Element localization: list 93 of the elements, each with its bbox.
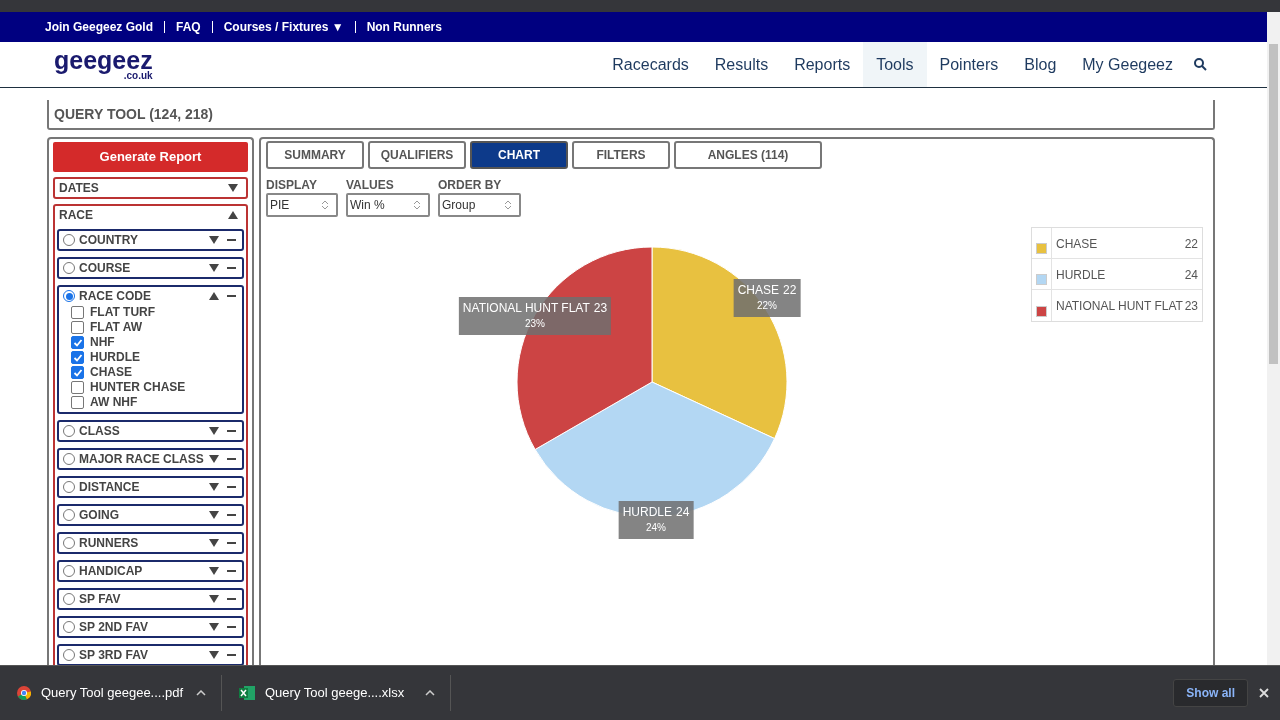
nav-link[interactable]: Results <box>701 42 782 87</box>
control-label: VALUES <box>346 177 395 193</box>
chevron-up-icon[interactable] <box>425 690 435 696</box>
search-icon[interactable] <box>1194 58 1207 71</box>
legend-value: 23 <box>1184 298 1199 315</box>
select-field[interactable]: Group <box>438 193 521 217</box>
nav-link[interactable]: Blog <box>1011 42 1070 87</box>
slice-category: HURDLE <box>622 504 672 520</box>
slice-percent: 24% <box>646 521 666 535</box>
caret-down-icon <box>209 623 219 631</box>
section-label[interactable]: DATES <box>59 179 228 197</box>
nav-link[interactable]: Tools <box>863 42 927 87</box>
select-field[interactable]: PIE <box>266 193 338 217</box>
generate-report-button[interactable]: Generate Report <box>53 142 248 172</box>
legend-label: NATIONAL HUNT FLAT <box>1055 298 1184 315</box>
caret-down-icon <box>209 236 219 244</box>
slice-value: 22 <box>783 282 797 298</box>
updown-icon <box>322 200 328 210</box>
slice-category: NATIONAL HUNT FLAT <box>462 300 590 316</box>
checkbox[interactable] <box>71 306 84 319</box>
select-field[interactable]: Win % <box>346 193 430 217</box>
checkbox[interactable] <box>71 321 84 334</box>
option-label: NHF <box>90 335 115 350</box>
updown-icon <box>505 200 511 210</box>
option-label: FLAT AW <box>90 320 142 335</box>
top-link[interactable]: Non Runners <box>366 18 442 36</box>
tab[interactable]: CHART <box>470 141 568 169</box>
top-link[interactable]: Join Geegeez Gold <box>45 18 154 36</box>
tab[interactable]: ANGLES (114) <box>674 141 822 169</box>
caret-up-icon <box>228 211 238 219</box>
legend-label: HURDLE <box>1055 267 1107 284</box>
filter-label[interactable]: COURSE <box>79 259 205 277</box>
tab[interactable]: FILTERS <box>572 141 670 169</box>
download-name[interactable]: Query Tool geegee....pdf <box>41 683 186 703</box>
download-name[interactable]: Query Tool geege....xlsx <box>265 683 415 703</box>
slice-category: CHASE <box>737 282 779 298</box>
filter-label[interactable]: HANDICAP <box>79 562 205 580</box>
spreadsheet-icon <box>239 686 255 700</box>
top-link[interactable]: FAQ <box>176 18 201 36</box>
filter-label[interactable]: SP 2ND FAV <box>79 618 205 636</box>
filter-label[interactable]: CLASS <box>79 422 205 440</box>
slice-percent: 23% <box>525 317 545 331</box>
filter-label[interactable]: SP FAV <box>79 590 205 608</box>
legend-label: CHASE <box>1055 236 1099 253</box>
caret-down-icon <box>209 427 219 435</box>
filter-label[interactable]: COUNTRY <box>79 231 205 249</box>
checkbox[interactable] <box>71 396 84 409</box>
option-label: FLAT TURF <box>90 305 156 320</box>
filter-label[interactable]: SP 3RD FAV <box>79 646 205 664</box>
caret-down-icon <box>209 264 219 272</box>
option-label: AW NHF <box>90 395 138 410</box>
caret-down-icon <box>209 455 219 463</box>
nav-link[interactable]: Reports <box>781 42 864 87</box>
top-link[interactable]: Courses / Fixtures ▼ <box>223 18 344 36</box>
checkbox[interactable] <box>71 366 84 379</box>
caret-down-icon <box>228 184 238 192</box>
option-label: HURDLE <box>90 350 140 365</box>
control-label: DISPLAY <box>266 177 318 193</box>
caret-down-icon <box>209 595 219 603</box>
chevron-up-icon[interactable] <box>196 690 206 696</box>
legend-value: 24 <box>1184 267 1199 284</box>
checkbox[interactable] <box>71 336 84 349</box>
nav-link[interactable]: Pointers <box>926 42 1012 87</box>
caret-down-icon <box>209 483 219 491</box>
filter-label[interactable]: RACE CODE <box>79 287 205 305</box>
chrome-icon <box>17 686 31 700</box>
close-icon[interactable] <box>1259 688 1269 698</box>
slice-percent: 22% <box>757 299 777 313</box>
caret-down-icon <box>209 539 219 547</box>
caret-down-icon <box>209 511 219 519</box>
filter-label[interactable]: GOING <box>79 506 205 524</box>
nav-link[interactable]: Racecards <box>599 42 702 87</box>
tab[interactable]: QUALIFIERS <box>368 141 466 169</box>
legend-value: 22 <box>1184 236 1199 253</box>
show-all-button[interactable]: Show all <box>1173 679 1248 707</box>
caret-up-icon <box>209 292 219 300</box>
tab[interactable]: SUMMARY <box>266 141 364 169</box>
section-label[interactable]: RACE <box>59 206 228 224</box>
filter-label[interactable]: DISTANCE <box>79 478 205 496</box>
slice-value: 23 <box>593 300 608 316</box>
caret-down-icon <box>209 567 219 575</box>
checkbox[interactable] <box>71 381 84 394</box>
nav-link[interactable]: My Geegeez <box>1069 42 1186 87</box>
filter-label[interactable]: MAJOR RACE CLASS <box>79 450 205 468</box>
option-label: HUNTER CHASE <box>90 380 186 395</box>
filter-label[interactable]: RUNNERS <box>79 534 205 552</box>
caret-down-icon <box>209 651 219 659</box>
checkbox[interactable] <box>71 351 84 364</box>
control-label: ORDER BY <box>438 177 503 193</box>
option-label: CHASE <box>90 365 132 380</box>
slice-value: 24 <box>676 504 690 520</box>
page-title: QUERY TOOL (124, 218) <box>54 104 213 124</box>
updown-icon <box>414 200 420 210</box>
